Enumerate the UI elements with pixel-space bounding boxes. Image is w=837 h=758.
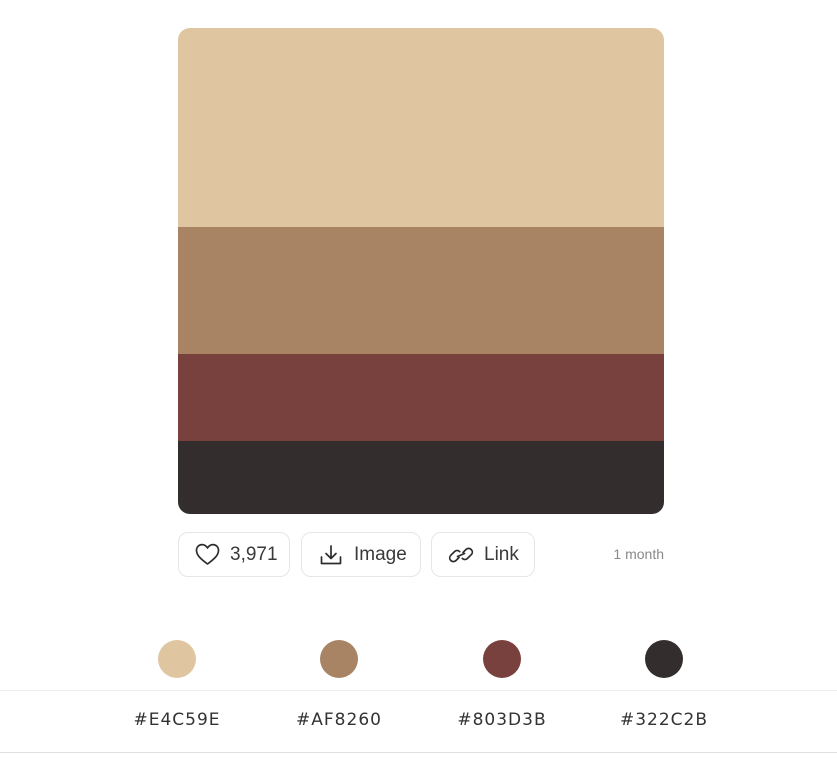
download-image-button[interactable]: Image: [301, 532, 421, 577]
color-swatch-1[interactable]: [158, 640, 196, 678]
palette-band-4[interactable]: [178, 441, 664, 514]
hex-code-4[interactable]: #322C2B: [594, 710, 734, 730]
like-button[interactable]: 3,971: [178, 532, 290, 577]
palette-band-2[interactable]: [178, 227, 664, 354]
link-label: Link: [484, 543, 519, 565]
palette-card: [178, 28, 664, 514]
palette-band-1[interactable]: [178, 28, 664, 227]
like-count: 3,971: [230, 543, 278, 565]
divider: [0, 752, 837, 753]
color-swatch-2[interactable]: [320, 640, 358, 678]
heart-icon: [194, 542, 220, 568]
palette-band-3[interactable]: [178, 354, 664, 441]
hex-code-row: #E4C59E #AF8260 #803D3B #322C2B: [0, 710, 837, 734]
color-swatch-4[interactable]: [645, 640, 683, 678]
hex-code-2[interactable]: #AF8260: [269, 710, 409, 730]
palette-actions: 3,971 Image Link 1 month: [178, 532, 664, 579]
hex-code-3[interactable]: #803D3B: [432, 710, 572, 730]
divider: [0, 690, 837, 691]
copy-link-button[interactable]: Link: [431, 532, 535, 577]
hex-code-1[interactable]: #E4C59E: [107, 710, 247, 730]
color-swatch-3[interactable]: [483, 640, 521, 678]
image-label: Image: [354, 543, 407, 565]
download-icon: [318, 542, 344, 568]
timestamp: 1 month: [613, 546, 664, 562]
swatch-row: [0, 640, 837, 678]
link-icon: [448, 542, 474, 568]
